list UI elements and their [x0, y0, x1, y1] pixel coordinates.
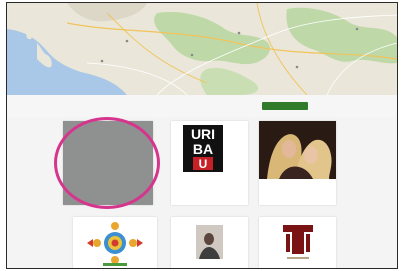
card-1-placeholder-image [63, 121, 153, 205]
card-6-logo-image [259, 217, 336, 268]
card-3[interactable] [259, 121, 336, 205]
card-2[interactable]: URI BA U [171, 121, 248, 205]
card-1[interactable] [63, 121, 153, 205]
portrait-photo-icon [196, 225, 223, 259]
card-5-photo [171, 217, 248, 268]
map-header[interactable] [7, 3, 397, 95]
card-5[interactable] [171, 217, 248, 268]
card-4[interactable] [73, 217, 157, 268]
urban-logo-icon: URI BA U [183, 125, 223, 172]
filter-bar [7, 95, 397, 117]
card-2-logo-image: URI BA U [171, 121, 248, 179]
card-3-photo [259, 121, 336, 179]
card-4-logo-image [73, 217, 157, 268]
colorful-emblem-icon [87, 222, 143, 266]
red-t-logo-icon [283, 225, 313, 259]
card-6[interactable] [259, 217, 336, 268]
logo-line-1: URI [191, 126, 215, 142]
logo-line-3: U [199, 157, 208, 171]
logo-line-2: BA [193, 141, 213, 157]
filter-apply-button[interactable] [262, 102, 308, 110]
browser-viewport: URI BA U [6, 2, 398, 269]
duo-photo-icon [259, 121, 336, 179]
